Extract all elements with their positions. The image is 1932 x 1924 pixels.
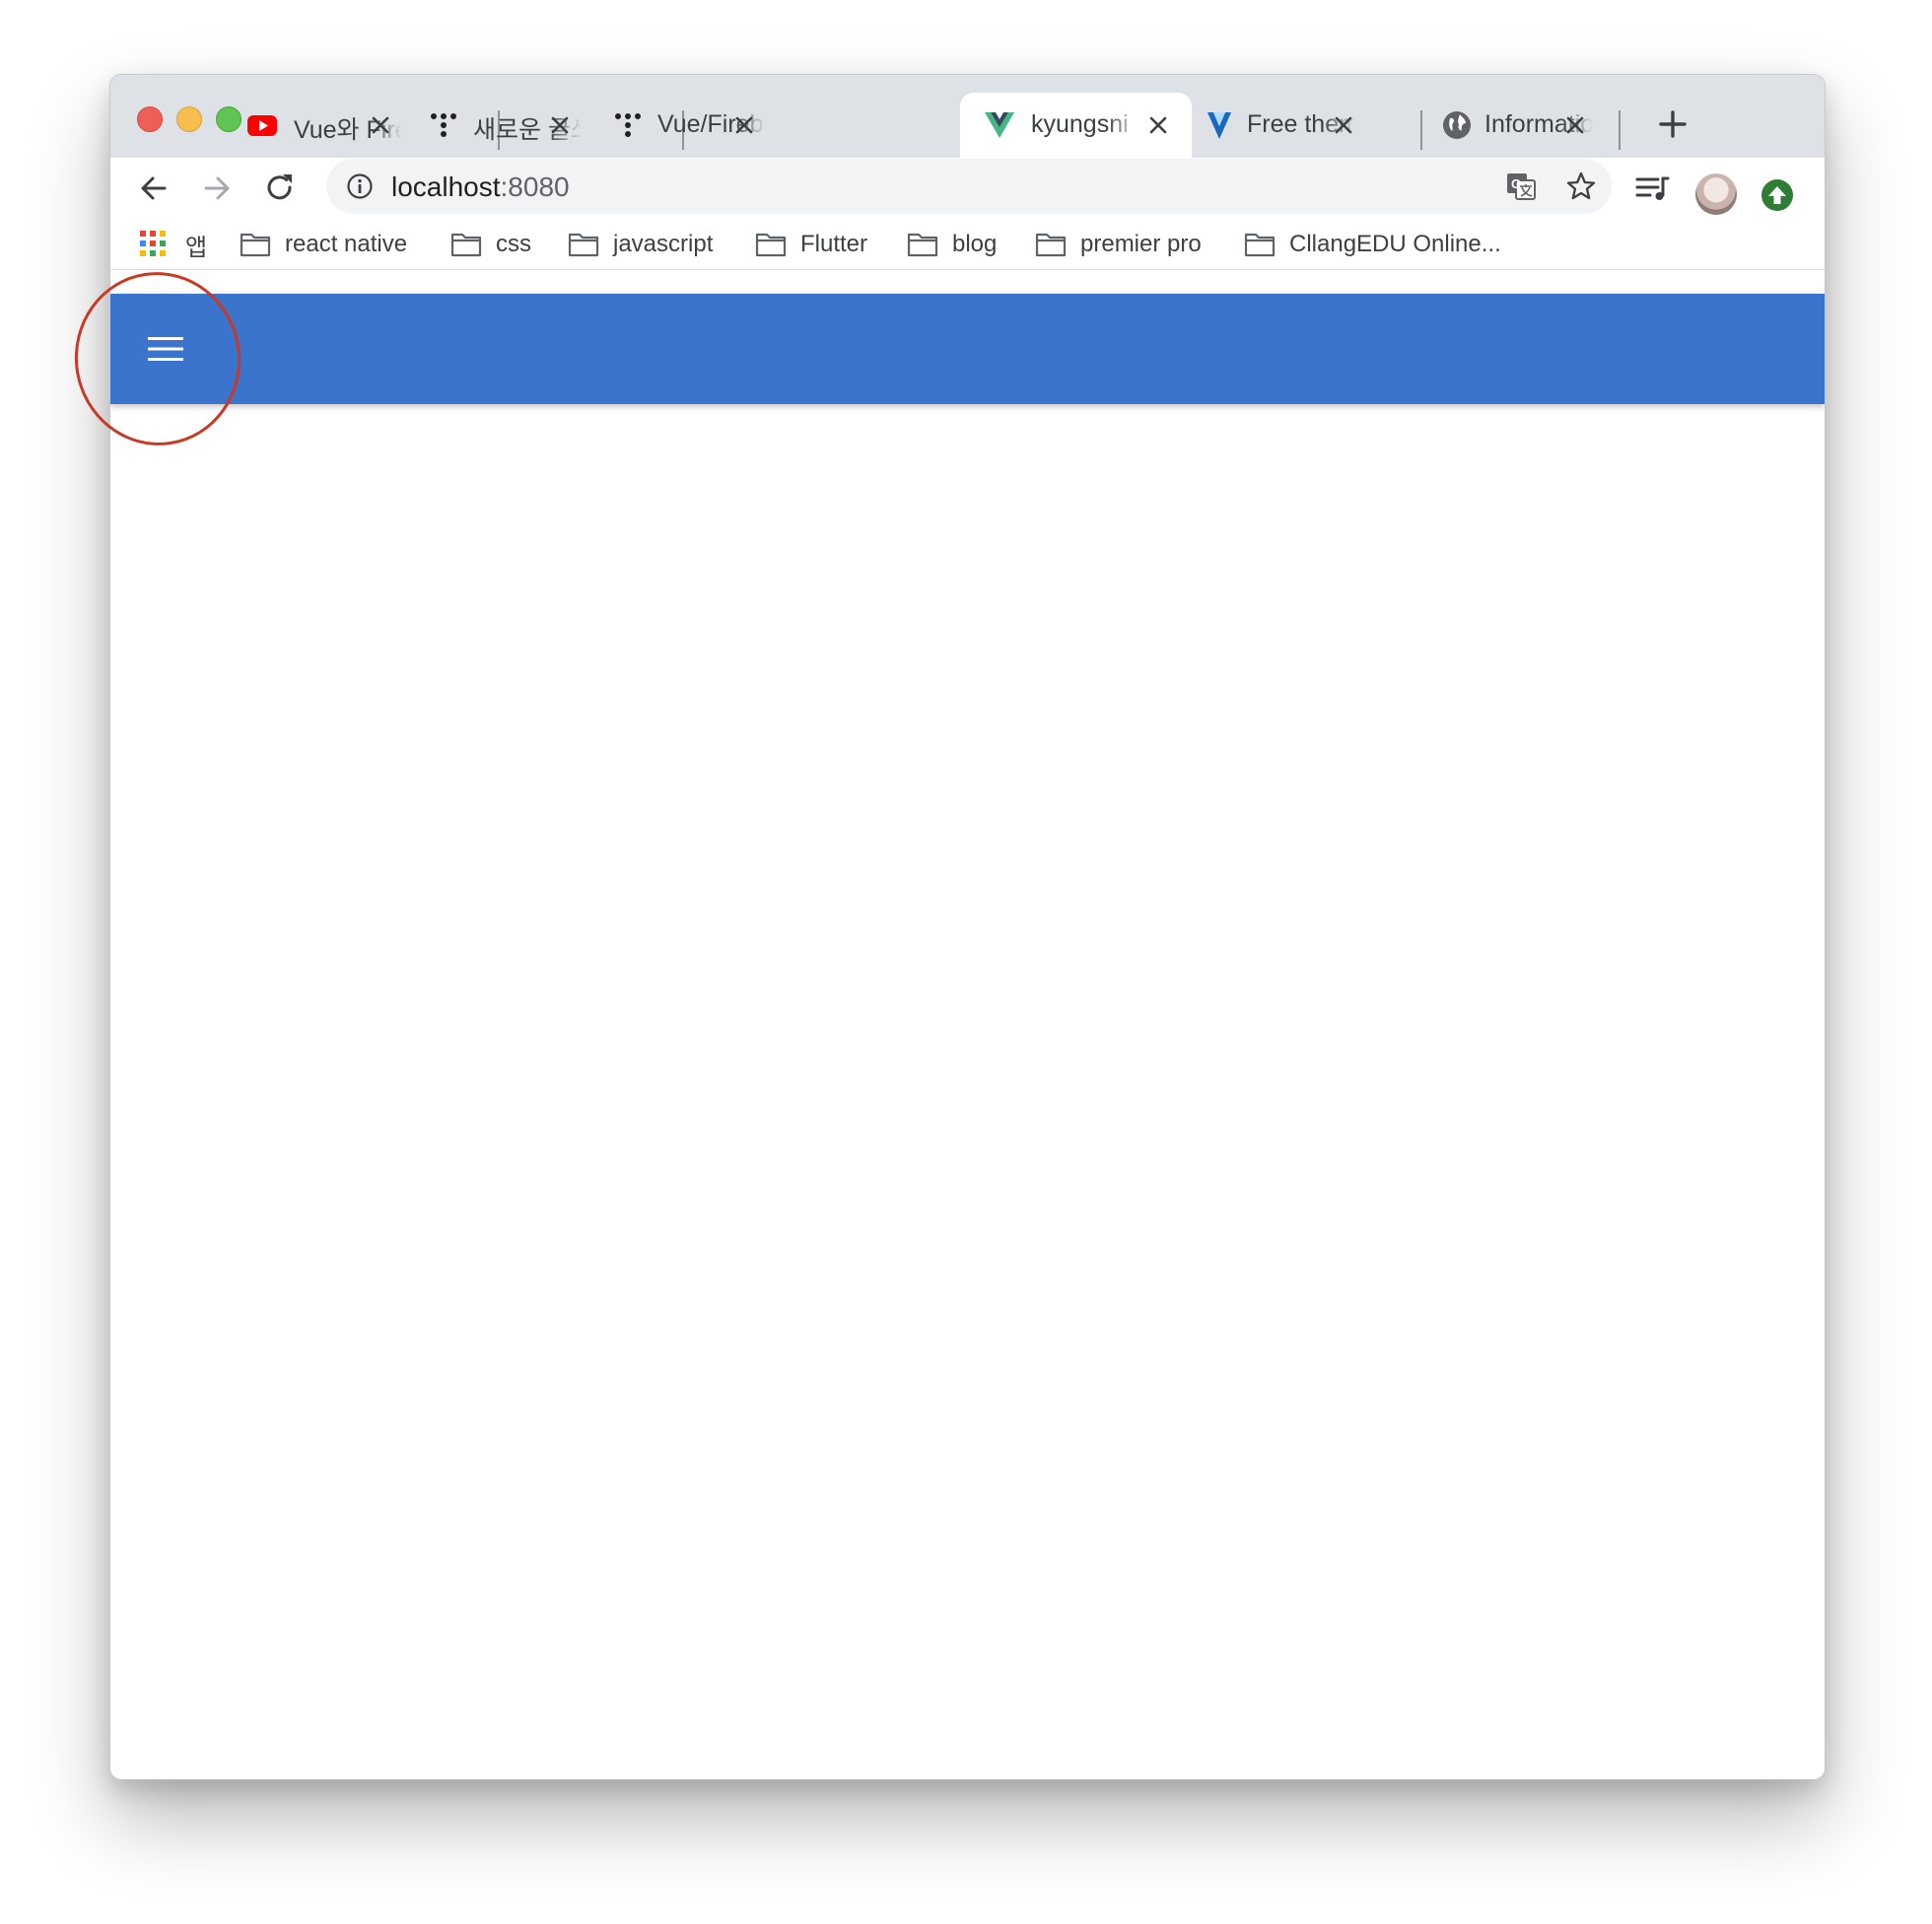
url-text[interactable]: localhost:8080 bbox=[391, 172, 570, 203]
close-window-button[interactable] bbox=[137, 106, 163, 132]
close-tab-icon[interactable] bbox=[548, 113, 572, 137]
folder-icon bbox=[755, 233, 787, 257]
bookmark-label: css bbox=[496, 231, 531, 257]
dots-icon bbox=[431, 113, 456, 137]
tab-strip: Vue와 Fire 새로운 글쓰 Vue/Fireb kyungsni Free… bbox=[110, 75, 1825, 158]
bookmark-folder-cllangedu[interactable]: CllangEDU Online... bbox=[1244, 227, 1501, 262]
bookmark-folder-javascript[interactable]: javascript bbox=[568, 227, 713, 262]
folder-icon bbox=[907, 233, 938, 257]
reading-list-icon[interactable] bbox=[1634, 171, 1670, 206]
folder-icon bbox=[1244, 233, 1276, 257]
globe-icon bbox=[1443, 111, 1471, 139]
close-tab-icon[interactable] bbox=[732, 113, 756, 137]
tab-new-post[interactable]: 새로운 글쓰 bbox=[406, 93, 593, 158]
youtube-icon bbox=[247, 115, 277, 136]
bookmark-label: 앱 bbox=[185, 234, 208, 261]
close-tab-icon[interactable] bbox=[1563, 113, 1587, 137]
address-bar[interactable]: localhost:8080 G bbox=[326, 159, 1612, 214]
tab-free-themes[interactable]: Free them bbox=[1190, 93, 1377, 158]
bookmark-label: Flutter bbox=[800, 231, 868, 257]
hamburger-menu-icon bbox=[148, 337, 183, 361]
bookmark-folder-blog[interactable]: blog bbox=[907, 227, 997, 262]
nav-drawer-toggle-button[interactable] bbox=[136, 319, 195, 378]
update-icon[interactable] bbox=[1761, 179, 1793, 211]
site-info-icon[interactable] bbox=[346, 172, 374, 200]
bookmark-folder-premier-pro[interactable]: premier pro bbox=[1035, 227, 1202, 262]
close-tab-icon[interactable] bbox=[1146, 113, 1170, 137]
tab-vue-firebase[interactable]: Vue/Fireb bbox=[590, 93, 778, 158]
tab-kyungsni[interactable]: kyungsni bbox=[960, 93, 1192, 158]
dots-icon bbox=[615, 113, 641, 137]
close-tab-icon[interactable] bbox=[1332, 113, 1355, 137]
apps-grid-icon[interactable] bbox=[140, 231, 168, 258]
vuetify-icon bbox=[1208, 112, 1231, 139]
url-host: localhost bbox=[391, 172, 501, 202]
folder-icon bbox=[240, 233, 271, 257]
back-button[interactable] bbox=[136, 171, 172, 206]
folder-icon bbox=[568, 233, 599, 257]
folder-icon bbox=[450, 233, 482, 257]
bookmark-label: javascript bbox=[613, 231, 714, 257]
svg-text:G: G bbox=[1511, 176, 1521, 191]
minimize-window-button[interactable] bbox=[176, 106, 202, 132]
folder-icon bbox=[1035, 233, 1067, 257]
bookmark-label: CllangEDU Online... bbox=[1289, 231, 1501, 257]
forward-button[interactable] bbox=[199, 171, 235, 206]
app-bar bbox=[110, 294, 1825, 404]
new-tab-button[interactable] bbox=[1656, 107, 1690, 141]
translate-icon[interactable]: G bbox=[1505, 171, 1537, 202]
tab-title: kyungsni bbox=[1031, 110, 1129, 138]
bookmark-folder-css[interactable]: css bbox=[450, 227, 531, 262]
tab-separator bbox=[1619, 110, 1621, 150]
bookmark-folder-flutter[interactable]: Flutter bbox=[755, 227, 867, 262]
tab-youtube[interactable]: Vue와 Fire bbox=[227, 93, 414, 158]
bookmark-label: blog bbox=[952, 231, 998, 257]
bookmark-folder-react-native[interactable]: react native bbox=[240, 227, 407, 262]
bookmarks-bar: 앱 react native css javascript Flutter bl… bbox=[110, 219, 1825, 270]
close-tab-icon[interactable] bbox=[369, 113, 392, 137]
bookmark-apps[interactable]: 앱 bbox=[185, 227, 207, 262]
bookmark-label: react native bbox=[285, 231, 408, 257]
tab-information[interactable]: Informatio bbox=[1421, 93, 1609, 158]
bookmark-star-icon[interactable] bbox=[1565, 171, 1597, 202]
vue-icon bbox=[985, 112, 1014, 138]
url-port: :8080 bbox=[500, 172, 570, 202]
bookmark-label: premier pro bbox=[1080, 231, 1202, 257]
reload-button[interactable] bbox=[262, 171, 298, 206]
profile-avatar[interactable] bbox=[1695, 173, 1737, 215]
browser-window: Vue와 Fire 새로운 글쓰 Vue/Fireb kyungsni Free… bbox=[109, 74, 1826, 1780]
